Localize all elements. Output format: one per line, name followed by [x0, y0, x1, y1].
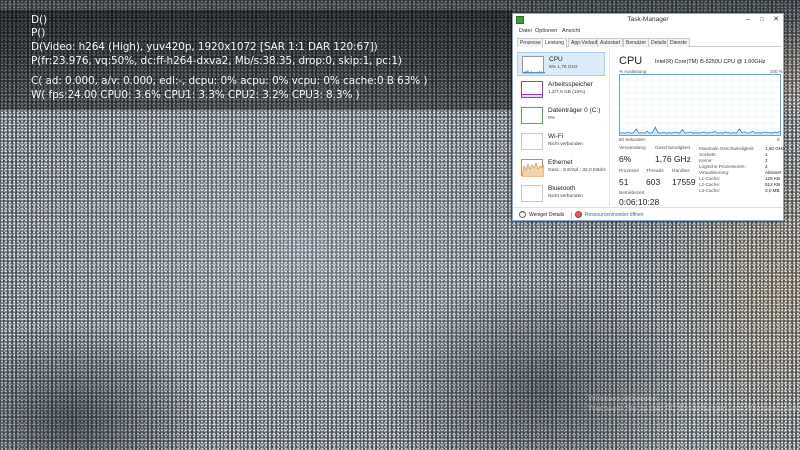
- threads-label: Threads: [646, 169, 664, 174]
- resource-item-disk[interactable]: Datenträger 0 (C:) 0%: [517, 104, 605, 128]
- speed-label: Geschwindigkeit: [655, 146, 690, 151]
- processes-value: 51: [619, 177, 629, 187]
- resource-name: Ethernet: [548, 159, 573, 166]
- resource-detail: 0%: [548, 116, 555, 121]
- spec-l3-cache-label: L3-Cache:: [699, 188, 721, 193]
- graph-x-label: 60 Sekunden: [619, 137, 646, 142]
- video-stats-overlay: D() P() D(Video: h264 (High), yuv420p, 1…: [0, 10, 512, 110]
- resource-name: Wi-Fi: [548, 133, 564, 140]
- memory-mini-graph: [521, 81, 543, 98]
- resource-detail: 1,2/7,9 GB (15%): [548, 90, 586, 95]
- ethernet-mini-graph: [521, 159, 545, 178]
- wifi-mini-graph: [521, 133, 543, 150]
- cpu-mini-graph-chart: [522, 69, 546, 74]
- tab-users[interactable]: Benutzer: [623, 38, 650, 47]
- open-resource-monitor-link[interactable]: Ressourcenmonitor öffnen: [585, 212, 644, 218]
- spec-virtualization-value: Aktiviert: [765, 170, 782, 175]
- graph-grid: [620, 75, 780, 135]
- ethernet-mini-graph-chart: [521, 162, 545, 178]
- task-manager-footer: ^ Weniger Details Ressourcenmonitor öffn…: [513, 207, 783, 221]
- spec-max-speed-label: Maximale Geschwindigkeit:: [699, 146, 755, 151]
- resource-item-cpu[interactable]: CPU 6% 1,76 GHz: [517, 52, 605, 76]
- cpu-usage-chart: [619, 75, 781, 135]
- tab-processes[interactable]: Prozesse: [517, 38, 544, 47]
- spec-sockets-value: 1: [765, 152, 768, 157]
- detail-heading: CPU: [619, 55, 643, 67]
- resource-name: Bluetooth: [548, 185, 576, 192]
- spec-max-speed-value: 1,60 GHz: [765, 146, 785, 151]
- close-button[interactable]: ✕: [769, 15, 783, 25]
- threads-value: 603: [646, 177, 661, 187]
- osd-line-video-info: D(Video: h264 (High), yuv420p, 1920x1072…: [31, 41, 378, 53]
- footer-separator: [571, 212, 572, 219]
- spec-l2-cache-value: 512 KB: [765, 182, 781, 187]
- resource-name: CPU: [549, 56, 563, 63]
- spec-virtualization-label: Virtualisierung:: [699, 170, 730, 175]
- performance-panel: CPU 6% 1,76 GHz Arbeitsspeicher 1,2/7,9 …: [515, 50, 785, 207]
- spec-l3-cache-value: 3,0 MB: [765, 188, 780, 193]
- resource-monitor-icon: [575, 211, 582, 218]
- menu-file[interactable]: Datei: [519, 28, 532, 34]
- usage-value: 6%: [619, 154, 632, 164]
- cpu-mini-graph: [522, 56, 546, 74]
- resource-item-wifi[interactable]: Wi-Fi Nicht verbunden: [517, 130, 605, 154]
- resource-detail: 6% 1,76 GHz: [549, 65, 578, 70]
- spec-logical-processors-label: Logische Prozessoren:: [699, 164, 746, 169]
- tab-app-history[interactable]: App-Verlauf: [568, 38, 601, 47]
- resource-detail: Nicht verbunden: [548, 194, 583, 199]
- fewer-details-link[interactable]: Weniger Details: [529, 212, 564, 218]
- tab-services[interactable]: Dienste: [667, 38, 690, 47]
- osd-line-cache-info: C( ad: 0.000, a/v: 0.000, edl:-, dcpu: 0…: [31, 75, 428, 87]
- resource-item-memory[interactable]: Arbeitsspeicher 1,2/7,9 GB (15%): [517, 78, 605, 102]
- maximize-button[interactable]: □: [755, 15, 769, 25]
- spec-l1-cache-value: 128 KB: [765, 176, 781, 181]
- cpu-usage-graph: [619, 74, 781, 136]
- menu-bar: Datei Optionen Ansicht: [513, 27, 783, 37]
- resource-item-bluetooth[interactable]: Bluetooth Nicht verbunden: [517, 182, 605, 206]
- tab-performance[interactable]: Leistung: [542, 38, 567, 48]
- spec-l1-cache-label: L1-Cache:: [699, 176, 721, 181]
- uptime-value: 0:06:10:28: [619, 197, 660, 207]
- spec-cores-value: 2: [765, 158, 768, 163]
- chevron-up-icon[interactable]: ^: [519, 211, 526, 218]
- menu-view[interactable]: Ansicht: [562, 28, 580, 34]
- spec-cores-label: Kerne:: [699, 158, 713, 163]
- osd-line-playback-info: P(fr:23.976, vq:50%, dc:ff-h264-dxva2, M…: [31, 55, 402, 67]
- activation-watermark-title: Windows aktivieren: [588, 394, 657, 403]
- panel-divider: [609, 50, 610, 207]
- resource-detail: Nicht verbunden: [548, 142, 583, 147]
- activation-watermark-text: Wechseln Sie zu den PC-Einstellungen, um…: [588, 404, 800, 413]
- graph-x-zero-label: 0: [777, 137, 780, 142]
- spec-logical-processors-value: 4: [765, 164, 768, 169]
- bluetooth-mini-graph: [521, 185, 543, 202]
- cpu-model-name: Intel(R) Core(TM) i5-5250U CPU @ 1.60GHz: [655, 59, 766, 65]
- resource-detail: Gesc.: 8 Empf.: 32,0 KBit/s: [548, 168, 606, 173]
- osd-line-cpu-info: W( fps:24.00 CPU0: 3.6% CPU1: 3.3% CPU2:…: [31, 89, 360, 101]
- disk-mini-graph: [521, 107, 543, 124]
- resource-name: Arbeitsspeicher: [548, 81, 593, 88]
- speed-value: 1,76 GHz: [655, 154, 691, 164]
- minimize-button[interactable]: –: [741, 15, 755, 25]
- resource-name: Datenträger 0 (C:): [548, 107, 601, 114]
- menu-options[interactable]: Optionen: [535, 28, 557, 34]
- uptime-label: Betriebszeit: [619, 191, 645, 196]
- tab-startup[interactable]: Autostart: [597, 38, 624, 47]
- spec-sockets-label: Sockets:: [699, 152, 717, 157]
- resource-item-ethernet[interactable]: Ethernet Gesc.: 8 Empf.: 32,0 KBit/s: [517, 156, 606, 180]
- tab-bar: Prozesse Leistung App-Verlauf Autostart …: [517, 38, 781, 48]
- title-bar[interactable]: Task-Manager – □ ✕: [513, 14, 783, 26]
- handles-value: 17559: [672, 177, 696, 187]
- osd-line-decoder: D(): [31, 14, 47, 26]
- task-manager-window: Task-Manager – □ ✕ Datei Optionen Ansich…: [512, 13, 784, 221]
- usage-label: Verwendung: [619, 146, 646, 151]
- spec-l2-cache-label: L2-Cache:: [699, 182, 721, 187]
- handles-label: Handles: [672, 169, 690, 174]
- processes-label: Prozesse: [619, 169, 639, 174]
- osd-line-player: P(): [31, 27, 46, 39]
